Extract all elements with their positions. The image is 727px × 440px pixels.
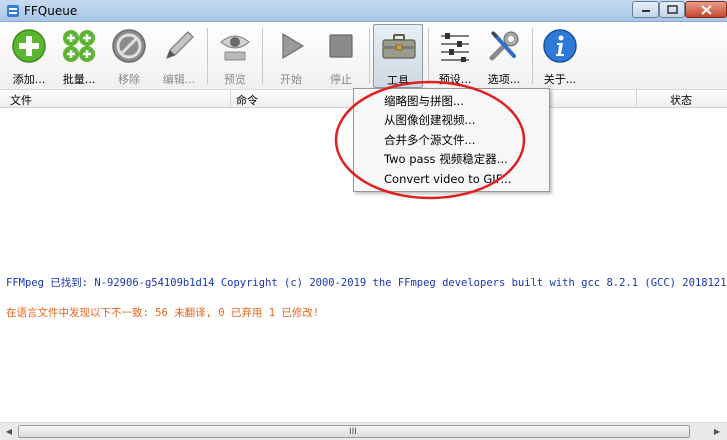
batch-button[interactable]: 批量... (54, 24, 104, 88)
horizontal-scrollbar[interactable]: ◀ III ▶ (0, 422, 727, 440)
scroll-right-arrow[interactable]: ▶ (710, 425, 724, 439)
close-button[interactable] (685, 1, 727, 18)
column-status[interactable]: 状态 (670, 92, 692, 108)
minimize-icon (641, 9, 650, 12)
maximize-icon (666, 5, 678, 14)
maximize-button[interactable] (659, 1, 685, 18)
start-button[interactable]: 开始 (266, 24, 316, 88)
about-label: 关于... (543, 73, 577, 86)
remove-icon (112, 29, 146, 63)
remove-label: 移除 (118, 73, 140, 86)
wrench-screwdriver-icon (489, 30, 519, 61)
toolbar-separator (532, 28, 533, 84)
stop-icon (329, 34, 353, 58)
scrollbar-grip: III (349, 427, 357, 437)
add-button[interactable]: 添加... (4, 24, 54, 88)
scroll-left-arrow[interactable]: ◀ (2, 425, 16, 439)
log-line-language-warning: 在语言文件中发现以下不一致: 56 未翻译, 0 已弃用 1 已修改! (6, 307, 320, 319)
minimize-button[interactable] (632, 1, 659, 18)
scrollbar-thumb[interactable]: III (18, 425, 690, 438)
toolbar-separator (207, 28, 208, 84)
start-label: 开始 (280, 73, 302, 86)
close-icon (700, 4, 712, 15)
column-divider[interactable] (230, 90, 231, 108)
toolbar-separator (262, 28, 263, 84)
add-label: 添加... (12, 73, 46, 86)
log-line-ffmpeg: FFMpeg 已找到: N-92906-g54109b1d14 Copyrigh… (6, 277, 727, 289)
column-command[interactable]: 命令 (236, 92, 258, 108)
title-bar: FFQueue (0, 0, 727, 22)
add-icon (12, 29, 46, 63)
presets-sliders-icon (441, 33, 469, 62)
toolbox-icon (382, 34, 416, 59)
window-title: FFQueue (24, 4, 78, 18)
play-icon (282, 32, 305, 60)
red-circle-annotation (334, 80, 526, 200)
remove-button[interactable]: 移除 (104, 24, 154, 88)
batch-add-icon (63, 30, 95, 62)
preview-button[interactable]: 预览 (210, 24, 260, 88)
edit-label: 编辑... (162, 73, 196, 86)
about-button[interactable]: 关于... (535, 24, 585, 88)
app-icon (7, 5, 19, 17)
edit-button[interactable]: 编辑... (154, 24, 204, 88)
info-icon (543, 29, 577, 63)
column-divider[interactable] (636, 90, 637, 108)
pencil-icon (165, 31, 194, 60)
batch-label: 批量... (62, 73, 96, 86)
preview-eye-icon (220, 35, 250, 61)
preview-label: 预览 (224, 73, 246, 86)
log-panel: FFMpeg 已找到: N-92906-g54109b1d14 Copyrigh… (0, 270, 727, 422)
column-file[interactable]: 文件 (10, 92, 32, 108)
